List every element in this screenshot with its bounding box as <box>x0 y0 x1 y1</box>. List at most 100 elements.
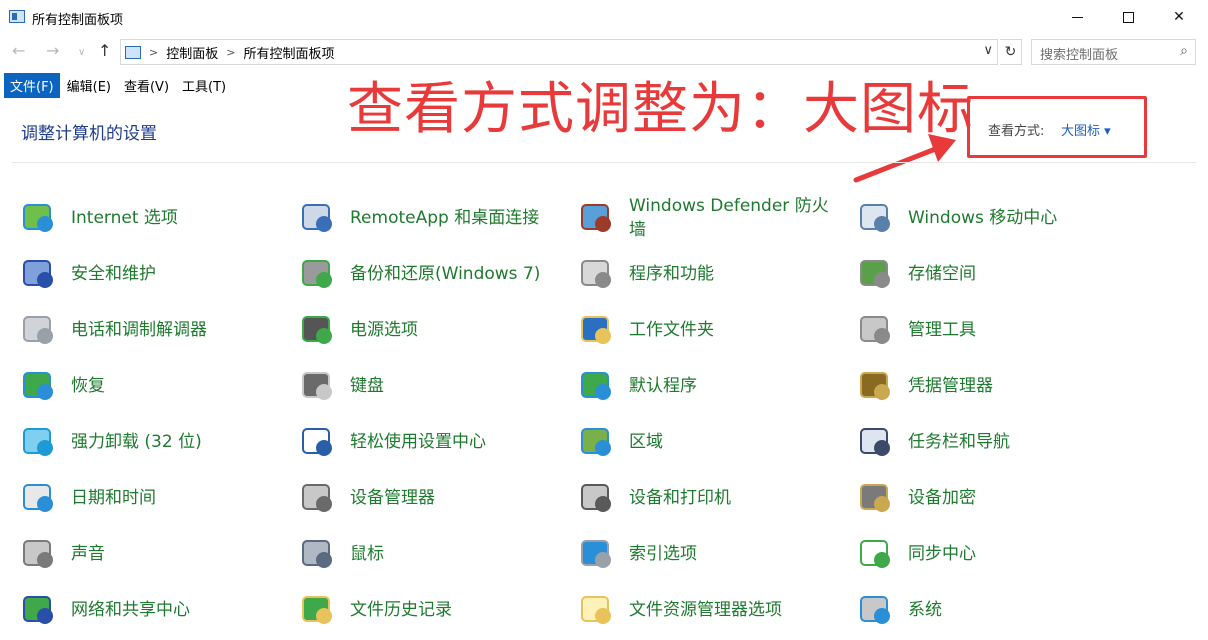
control-panel-item[interactable]: 设备管理器 <box>300 470 435 526</box>
item-label[interactable]: 设备和打印机 <box>629 486 731 510</box>
item-label[interactable]: 鼠标 <box>350 542 384 566</box>
control-panel-item[interactable]: 设备加密 <box>858 470 976 526</box>
item-label[interactable]: Internet 选项 <box>71 206 178 230</box>
control-panel-item[interactable]: Windows 移动中心 <box>858 190 1057 246</box>
item-label[interactable]: 程序和功能 <box>629 262 714 286</box>
recovery-icon <box>21 368 57 404</box>
item-label[interactable]: 同步中心 <box>908 542 976 566</box>
item-label[interactable]: 区域 <box>629 430 663 454</box>
clock-icon <box>21 480 57 516</box>
uninstall-icon <box>21 424 57 460</box>
recent-locations-button[interactable]: ∨ <box>78 47 85 58</box>
item-label[interactable]: 日期和时间 <box>71 486 156 510</box>
item-label[interactable]: Windows 移动中心 <box>908 206 1057 230</box>
item-label[interactable]: 设备加密 <box>908 486 976 510</box>
control-panel-item[interactable]: 管理工具 <box>858 302 976 358</box>
item-label[interactable]: 电话和调制解调器 <box>71 318 207 342</box>
control-panel-item[interactable]: 系统 <box>858 582 942 638</box>
item-label[interactable]: RemoteApp 和桌面连接 <box>350 206 539 230</box>
menu-view[interactable]: 查看(V) <box>118 73 175 98</box>
back-button[interactable]: ← <box>12 41 25 60</box>
control-panel-item[interactable]: 备份和还原(Windows 7) <box>300 246 540 302</box>
item-label[interactable]: 电源选项 <box>350 318 418 342</box>
item-label[interactable]: 文件资源管理器选项 <box>629 598 782 622</box>
item-label[interactable]: 恢复 <box>71 374 105 398</box>
view-by-dropdown[interactable]: 大图标 ▾ <box>1061 120 1111 139</box>
item-label[interactable]: 轻松使用设置中心 <box>350 430 486 454</box>
breadcrumb-all-items[interactable]: 所有控制面板项 <box>243 43 334 62</box>
window-title: 所有控制面板项 <box>32 13 124 28</box>
control-panel-item[interactable]: 文件历史记录 <box>300 582 452 638</box>
remote-desktop-icon <box>300 200 336 236</box>
control-panel-item[interactable]: 强力卸载 (32 位) <box>21 414 202 470</box>
close-icon: ✕ <box>1173 9 1185 25</box>
control-panel-item[interactable]: 键盘 <box>300 358 384 414</box>
speaker-icon <box>21 536 57 572</box>
search-input[interactable]: 搜索控制面板 ⌕ <box>1031 39 1196 65</box>
item-label[interactable]: 声音 <box>71 542 105 566</box>
minimize-button[interactable] <box>1052 0 1102 34</box>
refresh-icon: ↻ <box>1004 44 1017 60</box>
control-panel-item[interactable]: 轻松使用设置中心 <box>300 414 486 470</box>
item-label[interactable]: 安全和维护 <box>71 262 156 286</box>
chevron-down-icon[interactable]: ∨ <box>983 43 993 58</box>
control-panel-item[interactable]: 同步中心 <box>858 526 976 582</box>
control-panel-item[interactable]: 设备和打印机 <box>579 470 731 526</box>
default-programs-icon <box>579 368 615 404</box>
programs-icon <box>579 256 615 292</box>
control-panel-item[interactable]: 任务栏和导航 <box>858 414 1010 470</box>
control-panel-item[interactable]: 凭据管理器 <box>858 358 993 414</box>
item-label[interactable]: 任务栏和导航 <box>908 430 1010 454</box>
control-panel-item[interactable]: 恢复 <box>21 358 105 414</box>
control-panel-item[interactable]: 声音 <box>21 526 105 582</box>
control-panel-item[interactable]: 区域 <box>579 414 663 470</box>
control-panel-item[interactable]: 电源选项 <box>300 302 418 358</box>
control-panel-item[interactable]: 程序和功能 <box>579 246 714 302</box>
forward-button[interactable]: → <box>46 41 59 60</box>
item-label[interactable]: 凭据管理器 <box>908 374 993 398</box>
item-label[interactable]: 管理工具 <box>908 318 976 342</box>
search-icon: ⌕ <box>1180 43 1188 59</box>
encryption-icon <box>858 480 894 516</box>
control-panel-item[interactable]: 鼠标 <box>300 526 384 582</box>
network-icon <box>21 592 57 628</box>
control-panel-item[interactable]: 工作文件夹 <box>579 302 714 358</box>
control-panel-item[interactable]: 默认程序 <box>579 358 697 414</box>
maximize-button[interactable] <box>1103 0 1153 34</box>
breadcrumb-control-panel[interactable]: 控制面板 <box>166 43 218 62</box>
control-panel-item[interactable]: 安全和维护 <box>21 246 156 302</box>
menu-tools[interactable]: 工具(T) <box>176 73 232 98</box>
control-panel-item[interactable]: 网络和共享中心 <box>21 582 190 638</box>
menu-file[interactable]: 文件(F) <box>4 72 60 98</box>
taskbar-icon <box>858 424 894 460</box>
item-label[interactable]: 工作文件夹 <box>629 318 714 342</box>
control-panel-item[interactable]: 索引选项 <box>579 526 697 582</box>
control-panel-item[interactable]: 电话和调制解调器 <box>21 302 207 358</box>
close-button[interactable]: ✕ <box>1154 0 1204 34</box>
control-panel-item[interactable]: 存储空间 <box>858 246 976 302</box>
file-history-icon <box>300 592 336 628</box>
item-label[interactable]: 存储空间 <box>908 262 976 286</box>
address-bar[interactable]: > 控制面板 > 所有控制面板项 ∨ <box>120 39 998 65</box>
item-label[interactable]: Windows Defender 防火墙 <box>629 194 839 242</box>
item-label[interactable]: 强力卸载 (32 位) <box>71 430 202 454</box>
control-panel-item[interactable]: Windows Defender 防火墙 <box>579 190 839 246</box>
refresh-button[interactable]: ↻ <box>1000 39 1022 65</box>
item-label[interactable]: 默认程序 <box>629 374 697 398</box>
control-panel-item[interactable]: RemoteApp 和桌面连接 <box>300 190 539 246</box>
control-panel-item[interactable]: 日期和时间 <box>21 470 156 526</box>
explorer-options-icon <box>579 592 615 628</box>
item-label[interactable]: 键盘 <box>350 374 384 398</box>
up-button[interactable]: ↑ <box>98 41 111 60</box>
phone-icon <box>21 312 57 348</box>
item-label[interactable]: 设备管理器 <box>350 486 435 510</box>
control-panel-item[interactable]: 文件资源管理器选项 <box>579 582 782 638</box>
item-label[interactable]: 索引选项 <box>629 542 697 566</box>
menu-edit[interactable]: 编辑(E) <box>61 73 117 98</box>
item-label[interactable]: 文件历史记录 <box>350 598 452 622</box>
chevron-right-icon: > <box>226 45 236 59</box>
control-panel-item[interactable]: Internet 选项 <box>21 190 178 246</box>
item-label[interactable]: 系统 <box>908 598 942 622</box>
item-label[interactable]: 备份和还原(Windows 7) <box>350 262 540 286</box>
item-label[interactable]: 网络和共享中心 <box>71 598 190 622</box>
